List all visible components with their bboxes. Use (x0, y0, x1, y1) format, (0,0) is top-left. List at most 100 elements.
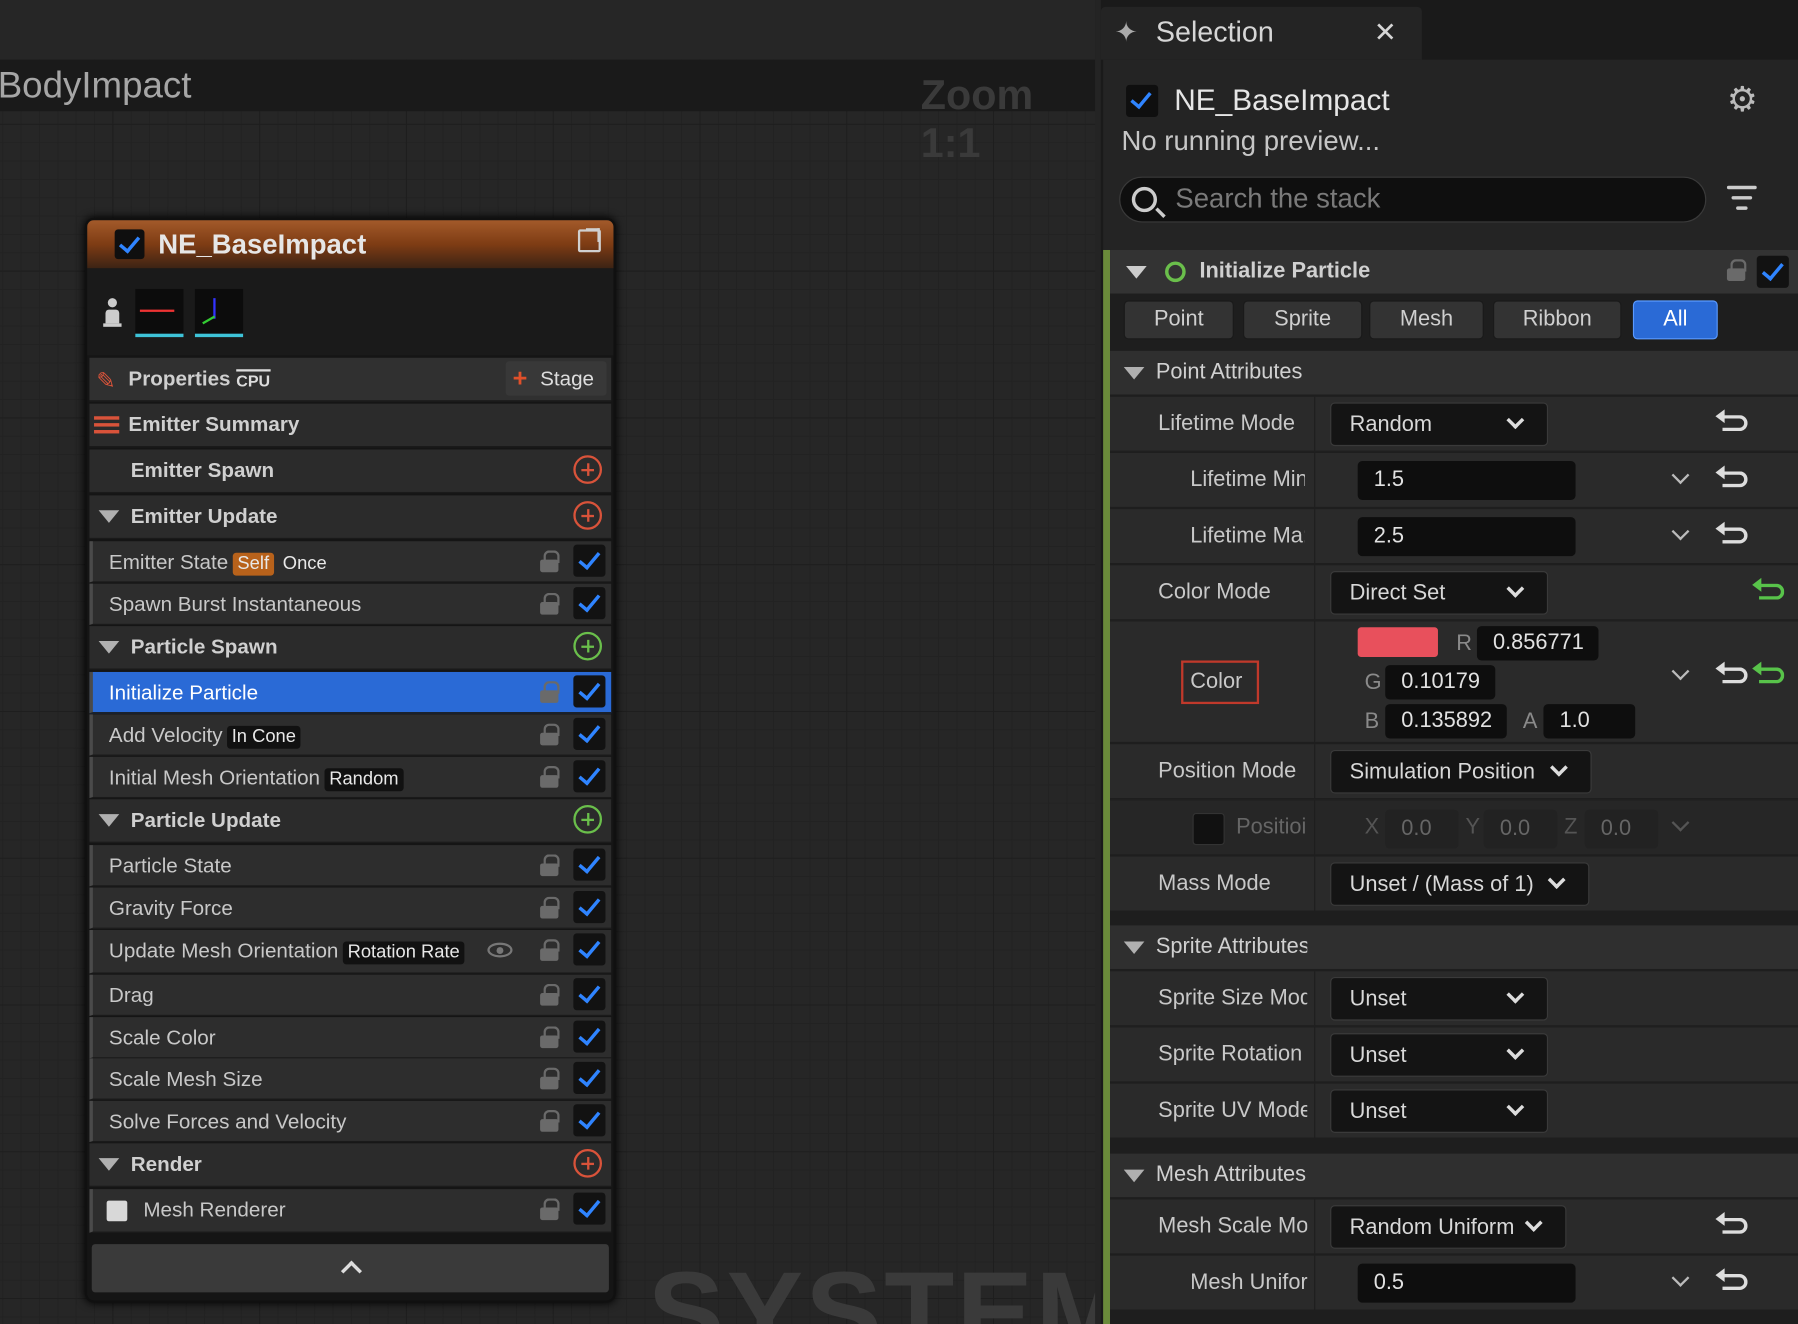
filter-all[interactable]: All (1632, 300, 1718, 340)
mesh-uniform-input[interactable]: 0.5 (1357, 1263, 1576, 1303)
section-emitter-summary[interactable]: Emitter Summary (89, 403, 612, 448)
lock-icon[interactable] (540, 1067, 560, 1090)
collapse-arrow-icon[interactable] (98, 1158, 120, 1171)
lock-icon[interactable] (540, 854, 560, 877)
color-r-input[interactable]: 0.856771 (1476, 626, 1599, 661)
module-initialize-particle[interactable]: Initialize Particle (89, 671, 612, 714)
section-particle-update[interactable]: Particle Update (89, 799, 612, 843)
lock-icon[interactable] (540, 765, 560, 788)
module-enabled-checkbox[interactable] (573, 1192, 606, 1225)
reset-icon[interactable] (1715, 465, 1748, 488)
collapse-arrow-icon[interactable] (1123, 366, 1145, 380)
filter-sprite[interactable]: Sprite (1243, 300, 1363, 340)
reset-icon[interactable] (1715, 409, 1748, 432)
section-point-attributes[interactable]: Point Attributes (1110, 350, 1798, 395)
module-enabled-checkbox[interactable] (573, 717, 606, 750)
node-header[interactable]: NE_BaseImpact (87, 220, 614, 269)
sprite-thumbnail[interactable] (135, 288, 184, 338)
section-sprite-attributes[interactable]: Sprite Attributes (1110, 925, 1798, 969)
emitter-enabled-checkbox[interactable] (114, 229, 145, 260)
chevron-down-icon[interactable] (1671, 662, 1690, 681)
node-graph[interactable]: BodyImpact Zoom 1:1 SYSTEM NE_BaseImpact… (0, 0, 1096, 1324)
section-mesh-attributes[interactable]: Mesh Attributes (1110, 1153, 1798, 1198)
reset-icon[interactable] (1715, 661, 1748, 684)
module-enabled-checkbox[interactable] (573, 933, 606, 966)
sprite-uv-dropdown[interactable]: Unset (1330, 1089, 1549, 1133)
chevron-down-icon[interactable] (1671, 1269, 1690, 1287)
collapse-arrow-icon[interactable] (1123, 941, 1145, 955)
add-module-icon[interactable] (573, 804, 603, 834)
module-enabled-checkbox[interactable] (573, 760, 606, 793)
lock-icon[interactable] (540, 896, 560, 919)
add-renderer-icon[interactable] (573, 1148, 603, 1178)
module-scale-color[interactable]: Scale Color (89, 1017, 612, 1059)
module-enabled-checkbox[interactable] (1756, 255, 1789, 288)
lock-icon[interactable] (540, 681, 560, 703)
position-mode-dropdown[interactable]: Simulation Position (1330, 749, 1592, 794)
color-g-input[interactable]: 0.10179 (1385, 665, 1496, 700)
reset-icon[interactable] (1715, 521, 1748, 544)
emitter-node[interactable]: NE_BaseImpact ✎ Properties CPU + Stage E… (84, 217, 616, 1303)
collapse-arrow-icon[interactable] (98, 814, 120, 827)
module-enabled-checkbox[interactable] (573, 978, 606, 1011)
module-enabled-checkbox[interactable] (573, 1020, 606, 1053)
module-emitter-state[interactable]: Emitter State Self Once (89, 541, 612, 583)
lifetime-mode-dropdown[interactable]: Random (1330, 402, 1549, 447)
chevron-down-icon[interactable] (1671, 813, 1690, 832)
lock-icon[interactable] (1726, 259, 1747, 281)
properties-row[interactable]: ✎ Properties CPU + Stage (89, 357, 612, 402)
module-enabled-checkbox[interactable] (573, 890, 606, 924)
position-checkbox[interactable] (1192, 813, 1225, 846)
chevron-down-icon[interactable] (1671, 466, 1690, 485)
color-a-input[interactable]: 1.0 (1543, 704, 1636, 739)
module-gravity-force[interactable]: Gravity Force (89, 887, 612, 929)
collapse-arrow-icon[interactable] (98, 510, 120, 523)
module-enabled-checkbox[interactable] (573, 675, 606, 708)
sprite-size-dropdown[interactable]: Unset (1330, 976, 1549, 1021)
module-enabled-checkbox[interactable] (573, 1104, 606, 1137)
add-module-icon[interactable] (573, 631, 603, 661)
module-particle-state[interactable]: Particle State (89, 845, 612, 887)
lock-icon[interactable] (540, 723, 560, 746)
eye-icon[interactable] (487, 942, 513, 958)
lock-icon[interactable] (540, 983, 560, 1006)
mass-mode-dropdown[interactable]: Unset / (Mass of 1) (1330, 862, 1590, 906)
collapse-node-button[interactable] (91, 1244, 609, 1293)
module-mesh-renderer[interactable]: Mesh Renderer (89, 1189, 612, 1233)
filter-point[interactable]: Point (1123, 300, 1234, 340)
reset-default-icon[interactable] (1752, 661, 1785, 684)
module-add-velocity[interactable]: Add Velocity In Cone (89, 714, 612, 756)
mesh-scale-mode-dropdown[interactable]: Random Uniform (1330, 1205, 1567, 1249)
position-z-input[interactable]: 0.0 (1584, 809, 1659, 849)
filter-ribbon[interactable]: Ribbon (1493, 300, 1622, 340)
filter-mesh[interactable]: Mesh (1369, 300, 1484, 340)
module-enabled-checkbox[interactable] (573, 544, 606, 577)
gear-icon[interactable]: ⚙ (1727, 80, 1758, 120)
mesh-thumbnail[interactable] (194, 288, 244, 338)
color-swatch[interactable] (1357, 627, 1438, 658)
add-module-icon[interactable] (573, 501, 603, 530)
position-y-input[interactable]: 0.0 (1483, 809, 1558, 849)
sprite-rotation-dropdown[interactable]: Unset (1330, 1033, 1549, 1077)
open-external-icon[interactable] (577, 228, 601, 253)
section-render[interactable]: Render (89, 1143, 612, 1187)
lock-icon[interactable] (540, 1110, 560, 1132)
module-drag[interactable]: Drag (89, 974, 612, 1016)
collapse-arrow-icon[interactable] (1123, 1169, 1145, 1183)
position-x-input[interactable]: 0.0 (1385, 809, 1459, 849)
reset-default-icon[interactable] (1752, 577, 1785, 600)
lifetime-max-input[interactable]: 2.5 (1357, 517, 1576, 557)
emitter-enabled-checkbox[interactable] (1126, 84, 1159, 117)
module-enabled-checkbox[interactable] (573, 1061, 606, 1094)
color-mode-dropdown[interactable]: Direct Set (1330, 571, 1549, 615)
module-update-mesh-orientation[interactable]: Update Mesh Orientation Rotation Rate (89, 929, 612, 974)
lock-icon[interactable] (540, 1198, 560, 1221)
module-enabled-checkbox[interactable] (573, 848, 606, 881)
lock-icon[interactable] (540, 592, 560, 615)
module-solve-forces[interactable]: Solve Forces and Velocity (89, 1100, 612, 1143)
module-spawn-burst[interactable]: Spawn Burst Instantaneous (89, 583, 612, 625)
reset-icon[interactable] (1715, 1212, 1748, 1234)
chevron-down-icon[interactable] (1671, 522, 1690, 541)
section-particle-spawn[interactable]: Particle Spawn (89, 626, 612, 670)
color-b-input[interactable]: 0.135892 (1385, 704, 1507, 739)
